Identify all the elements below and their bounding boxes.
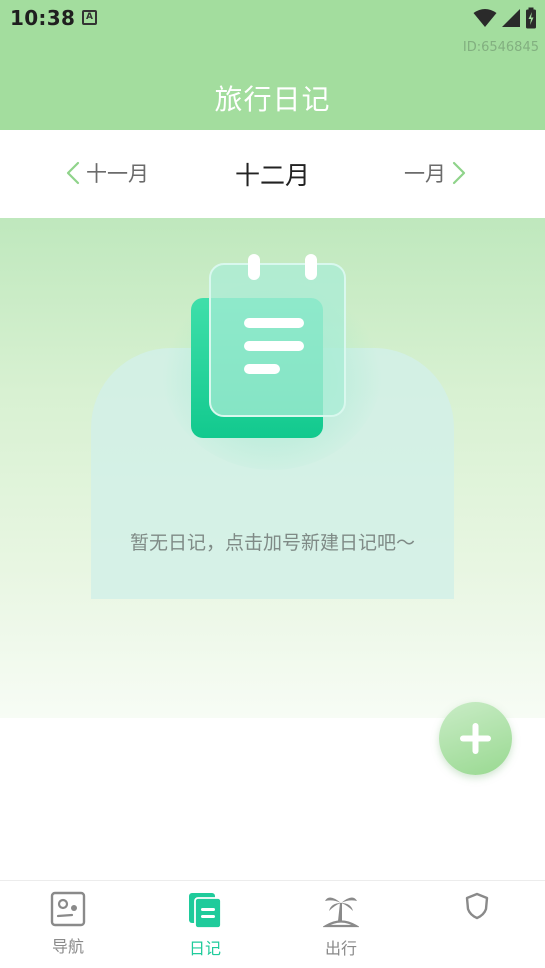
app-header: 10:38 A ID:6546845 旅行日记: [0, 0, 545, 130]
next-month-label: 一月: [404, 162, 446, 186]
status-time: 10:38: [10, 6, 76, 30]
nav-item-travel[interactable]: 出行: [296, 891, 386, 959]
bottom-navigation: 导航 日记 出行: [0, 880, 545, 968]
diary-list-area: 暂无日记，点击加号新建日记吧～: [0, 218, 545, 718]
page-title: 旅行日记: [214, 83, 331, 116]
shield-icon: [465, 892, 489, 920]
status-bar: 10:38 A: [0, 0, 545, 38]
status-icons: [473, 7, 537, 29]
diary-icon: [189, 893, 222, 929]
notification-icon: A: [82, 10, 97, 25]
nav-label-diary: 日记: [188, 939, 221, 958]
wifi-icon: [473, 9, 497, 27]
chevron-right-icon: [452, 161, 466, 185]
month-navigation: 十一月 十二月 一月: [0, 130, 545, 218]
add-diary-button[interactable]: [439, 702, 512, 775]
palm-tree-icon: [322, 897, 360, 928]
signal-icon: [502, 9, 520, 27]
map-icon: [50, 891, 86, 927]
nav-item-shield[interactable]: [432, 891, 522, 927]
plus-icon: [460, 723, 491, 754]
nav-item-navigation[interactable]: 导航: [23, 891, 113, 957]
next-month-button[interactable]: 一月: [404, 158, 466, 188]
nav-label-navigation: 导航: [51, 937, 84, 956]
nav-label-travel: 出行: [324, 939, 357, 958]
battery-icon: [526, 7, 536, 29]
notebook-icon: [162, 254, 382, 470]
empty-state-message: 暂无日记，点击加号新建日记吧～: [129, 532, 415, 554]
nav-item-diary[interactable]: 日记: [160, 891, 250, 959]
id-watermark: ID:6546845: [462, 40, 539, 55]
